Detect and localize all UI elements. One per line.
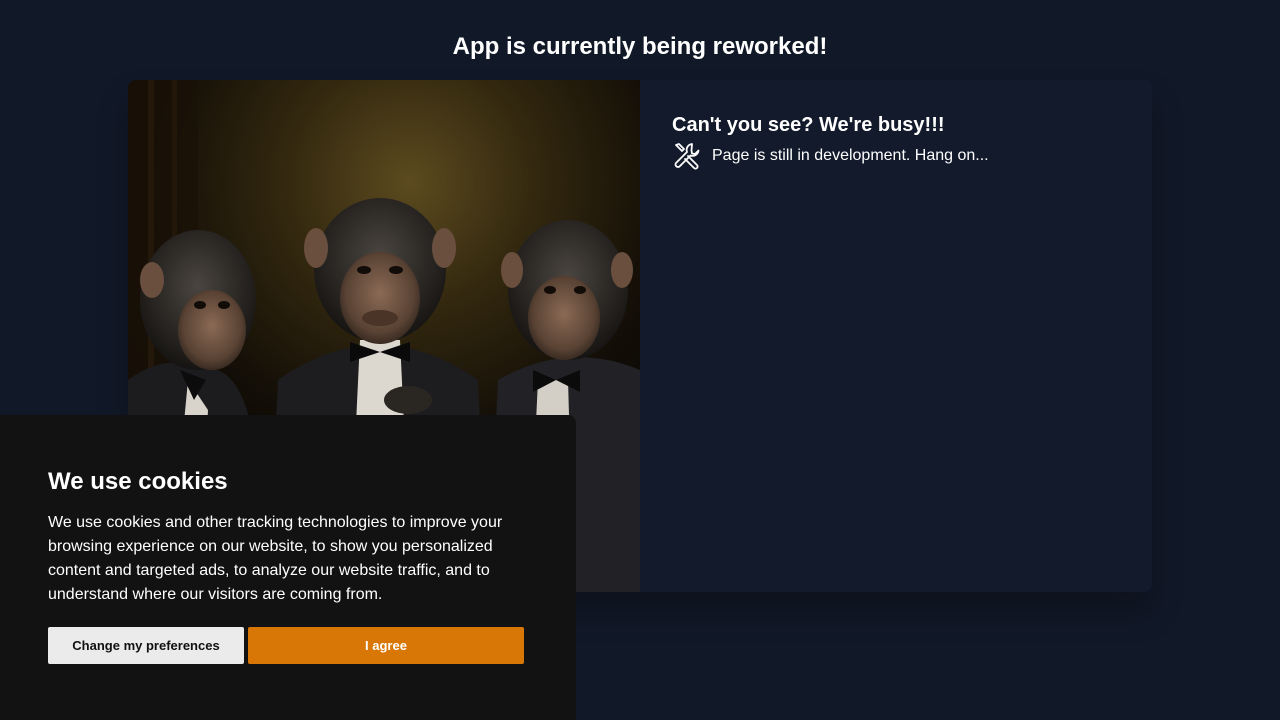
development-text: Page is still in development. Hang on... — [712, 147, 989, 164]
cookie-banner: We use cookies We use cookies and other … — [0, 415, 576, 720]
cookie-title: We use cookies — [48, 468, 228, 495]
development-notice: Page is still in development. Hang on... — [672, 140, 989, 172]
cookie-buttons: Change my preferences I agree — [48, 627, 528, 664]
page: App is currently being reworked! Can't y… — [0, 0, 1280, 720]
card-heading: Can't you see? We're busy!!! — [672, 114, 945, 136]
agree-button[interactable]: I agree — [248, 627, 524, 664]
page-title: App is currently being reworked! — [452, 33, 828, 60]
tools-icon — [672, 140, 704, 172]
cookie-text: We use cookies and other tracking techno… — [48, 514, 503, 603]
change-preferences-button[interactable]: Change my preferences — [48, 627, 244, 664]
card-body: Can't you see? We're busy!!! Page is sti… — [640, 80, 1021, 592]
